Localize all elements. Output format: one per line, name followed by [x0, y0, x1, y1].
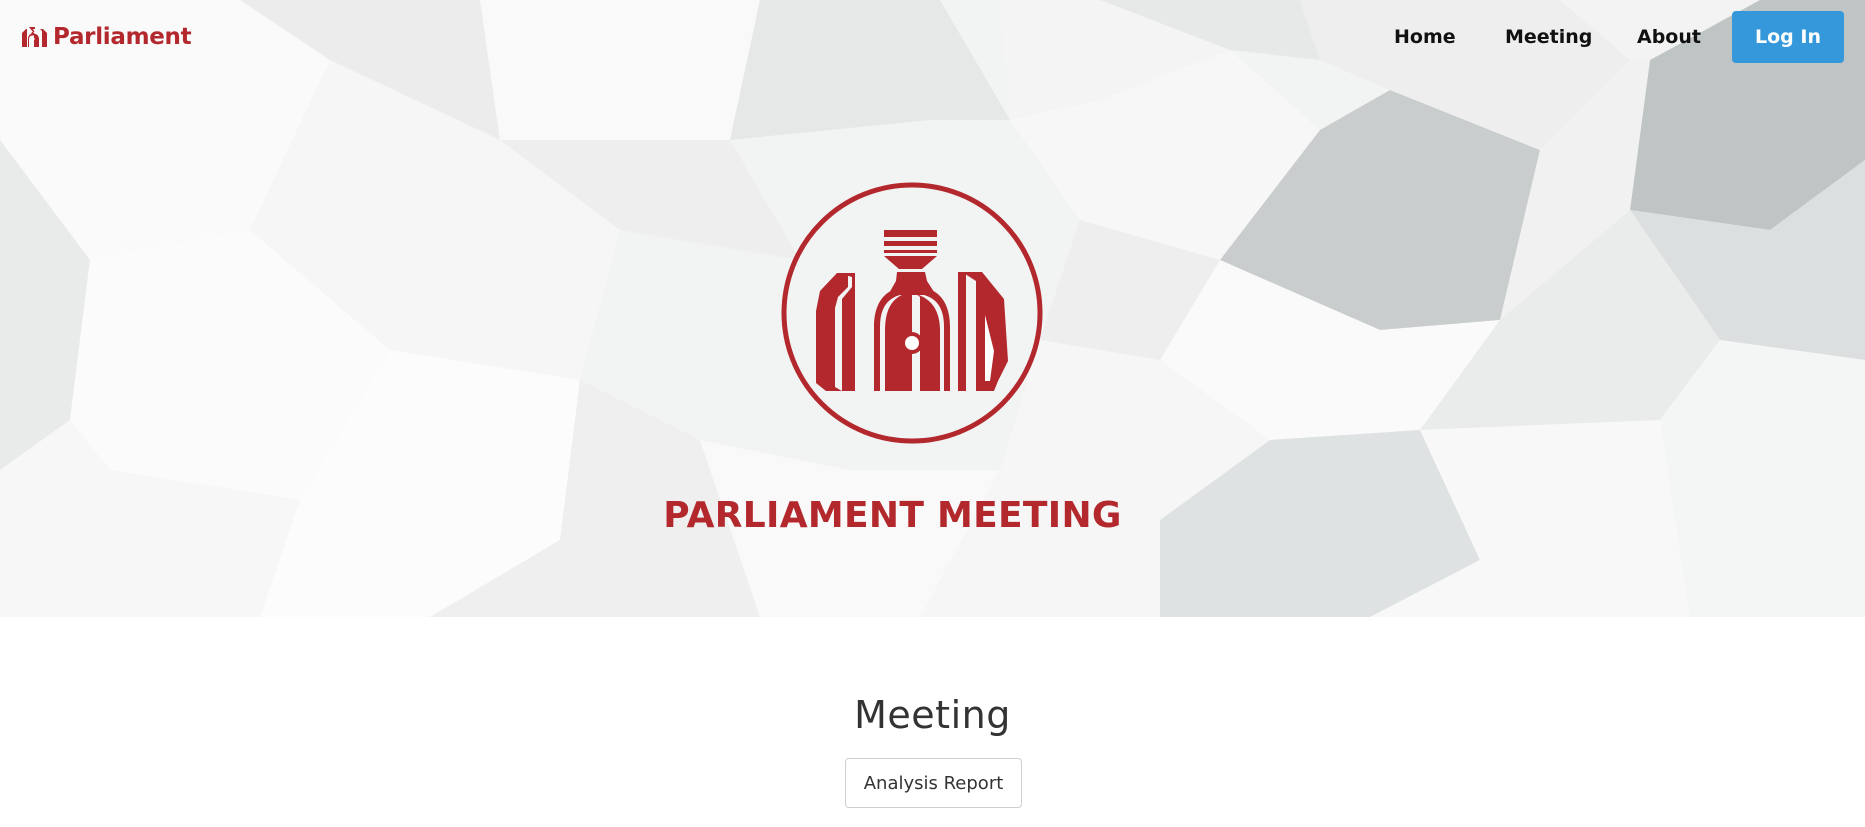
nav-about[interactable]: About	[1637, 26, 1701, 48]
nav-home[interactable]: Home	[1394, 26, 1456, 48]
hero-title: PARLIAMENT MEETING	[663, 495, 1122, 536]
nav-links: Home Meeting About	[0, 22, 1865, 54]
section-title: Meeting	[854, 693, 1011, 737]
hero-banner: Parliament Home Meeting About Log In PAR…	[0, 0, 1865, 617]
navbar: Parliament Home Meeting About Log In	[0, 0, 1865, 76]
parliament-emblem-icon	[781, 182, 1043, 444]
nav-meeting[interactable]: Meeting	[1505, 26, 1592, 48]
analysis-report-button[interactable]: Analysis Report	[845, 758, 1022, 808]
login-button[interactable]: Log In	[1732, 11, 1844, 63]
